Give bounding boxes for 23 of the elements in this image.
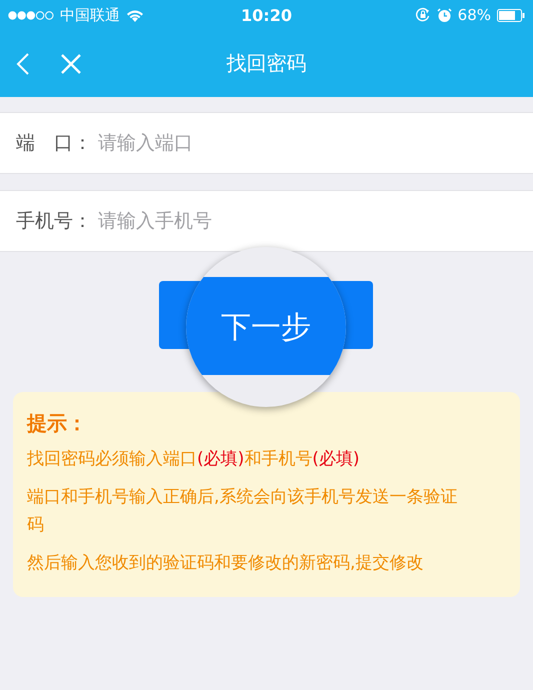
back-button[interactable]: [16, 52, 30, 76]
input-field[interactable]: 请输入端口: [96, 131, 533, 155]
tips-title: 提示：: [27, 410, 88, 437]
alarm-icon: [436, 8, 452, 22]
signal-icon: [8, 10, 54, 20]
back-icon: [16, 52, 30, 76]
page-title: 找回密码: [226, 51, 306, 75]
battery-icon: [497, 8, 525, 22]
field-label: 端 口：: [16, 131, 92, 156]
form-field[interactable]: 端 口： 请输入端口: [0, 112, 533, 174]
rotation-lock-icon: [414, 7, 431, 23]
form-field[interactable]: 手机号： 请输入手机号: [0, 190, 533, 252]
wifi-icon: [126, 8, 144, 22]
close-button[interactable]: [60, 52, 82, 74]
status-time: 10:20: [241, 6, 292, 24]
tip-text: 找回密码必须输入端口(必填)和手机号(必填): [27, 448, 361, 471]
input-field[interactable]: 请输入手机号: [96, 209, 533, 233]
tip-text: 端口和手机号输入正确后,系统会向该手机号发送一条验证码: [27, 486, 458, 537]
close-icon: [60, 52, 82, 74]
field-label: 手机号：: [16, 209, 92, 234]
tip-text: 然后输入您收到的验证码和要修改的新密码,提交修改: [27, 552, 424, 575]
carrier-name: 中国联通: [60, 6, 120, 24]
battery-percent: 68%: [458, 6, 491, 24]
